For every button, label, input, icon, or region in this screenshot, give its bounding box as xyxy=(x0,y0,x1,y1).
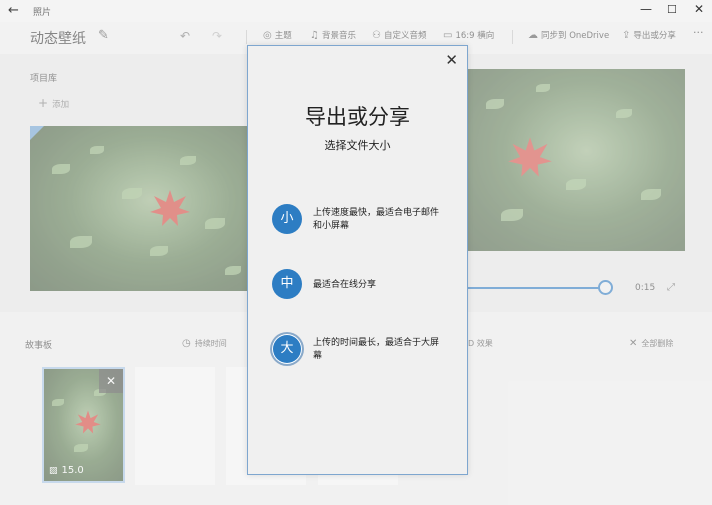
delete-all-label: 全部删除 xyxy=(641,339,674,348)
music-button[interactable]: ♫ 背景音乐 xyxy=(310,29,356,41)
playback-slider-thumb[interactable] xyxy=(598,280,613,295)
dialog-subtitle: 选择文件大小 xyxy=(324,139,391,152)
empty-storyboard-slot[interactable] xyxy=(135,367,215,485)
aspect-ratio-button[interactable]: ▭ 16:9 横向 xyxy=(443,29,494,41)
size-medium-icon: 中 xyxy=(272,269,302,299)
more-options-button[interactable]: ··· xyxy=(693,26,704,39)
export-dialog: ✕ 导出或分享 选择文件大小 小 上传速度最快，最适合电子邮件和小屏幕 中 最适… xyxy=(247,45,468,475)
maximize-button[interactable]: ☐ xyxy=(667,3,677,16)
theme-button[interactable]: ◎ 主题 xyxy=(263,29,292,41)
close-icon[interactable]: ✕ xyxy=(445,51,458,69)
cloud-icon: ☁ xyxy=(528,30,538,41)
custom-audio-button[interactable]: ⚇ 自定义音频 xyxy=(372,29,426,41)
option-small-text: 上传速度最快，最适合电子邮件和小屏幕 xyxy=(313,208,440,231)
option-medium-text: 最适合在线分享 xyxy=(313,280,377,290)
undo-icon[interactable]: ↶ xyxy=(180,29,190,43)
pencil-icon[interactable]: ✎ xyxy=(98,28,109,43)
music-label: 背景音乐 xyxy=(321,31,356,41)
dialog-title: 导出或分享 xyxy=(305,105,410,129)
option-large-text: 上传的时间最长，最适合于大屏幕 xyxy=(313,338,440,361)
aspect-ratio-label: 16:9 横向 xyxy=(455,31,495,41)
size-large-icon: 大 xyxy=(272,334,302,364)
image-icon: ▨ xyxy=(49,466,58,476)
share-icon: ⇪ xyxy=(622,30,631,41)
minimize-button[interactable]: — xyxy=(640,2,652,16)
option-medium[interactable]: 中 最适合在线分享 xyxy=(272,269,452,301)
duration-label: 持续时间 xyxy=(194,339,227,348)
custom-audio-label: 自定义音频 xyxy=(383,31,427,41)
add-button[interactable]: + 添加 xyxy=(38,96,69,110)
size-small-icon: 小 xyxy=(272,204,302,234)
library-photo-thumbnail[interactable] xyxy=(30,126,250,291)
music-note-icon: ♫ xyxy=(310,30,319,41)
option-large[interactable]: 大 上传的时间最长，最适合于大屏幕 xyxy=(272,334,452,366)
video-preview xyxy=(466,69,685,251)
add-label: 添加 xyxy=(52,100,70,110)
storyboard-title: 故事板 xyxy=(25,341,53,351)
title-bar: ← 照片 — ☐ ✕ xyxy=(0,0,712,22)
person-audio-icon: ⚇ xyxy=(372,30,381,41)
app-title: 照片 xyxy=(33,8,52,18)
plus-icon: + xyxy=(38,96,49,110)
clip-duration: ▨ 15.0 xyxy=(49,465,84,476)
maple-leaf-image xyxy=(75,410,101,434)
export-label: 导出或分享 xyxy=(633,31,676,41)
maple-leaf-image xyxy=(508,137,552,177)
duration-button[interactable]: ◷ 持续时间 xyxy=(182,338,227,349)
library-title: 项目库 xyxy=(30,74,58,84)
back-arrow-icon[interactable]: ← xyxy=(8,3,19,18)
delete-all-button[interactable]: ✕ 全部删除 xyxy=(629,338,673,349)
remove-clip-button[interactable]: ✕ xyxy=(99,369,123,393)
clock-icon: ◷ xyxy=(182,338,191,349)
close-window-button[interactable]: ✕ xyxy=(694,2,704,16)
time-label: 0:15 xyxy=(635,283,656,293)
effects-button[interactable]: D 效果 xyxy=(468,338,493,349)
sync-onedrive-button[interactable]: ☁ 同步到 OneDrive xyxy=(528,29,609,41)
project-name[interactable]: 动态壁纸 xyxy=(30,28,86,48)
toolbar-divider xyxy=(246,30,247,44)
sync-label: 同步到 OneDrive xyxy=(541,31,610,41)
aspect-ratio-icon: ▭ xyxy=(443,30,453,41)
theme-label: 主题 xyxy=(274,31,292,41)
maple-leaf-image xyxy=(150,190,190,226)
close-icon: ✕ xyxy=(629,338,638,349)
storyboard-clip[interactable]: ✕ ▨ 15.0 xyxy=(42,367,125,483)
toolbar-divider xyxy=(512,30,513,44)
playback-progress-track[interactable] xyxy=(466,287,601,289)
clip-duration-label: 15.0 xyxy=(61,465,84,476)
redo-icon[interactable]: ↷ xyxy=(212,29,222,43)
option-small[interactable]: 小 上传速度最快，最适合电子邮件和小屏幕 xyxy=(272,204,452,236)
expand-icon[interactable]: ⤢ xyxy=(667,282,675,293)
palette-icon: ◎ xyxy=(263,30,272,41)
export-share-button[interactable]: ⇪ 导出或分享 xyxy=(622,29,676,41)
